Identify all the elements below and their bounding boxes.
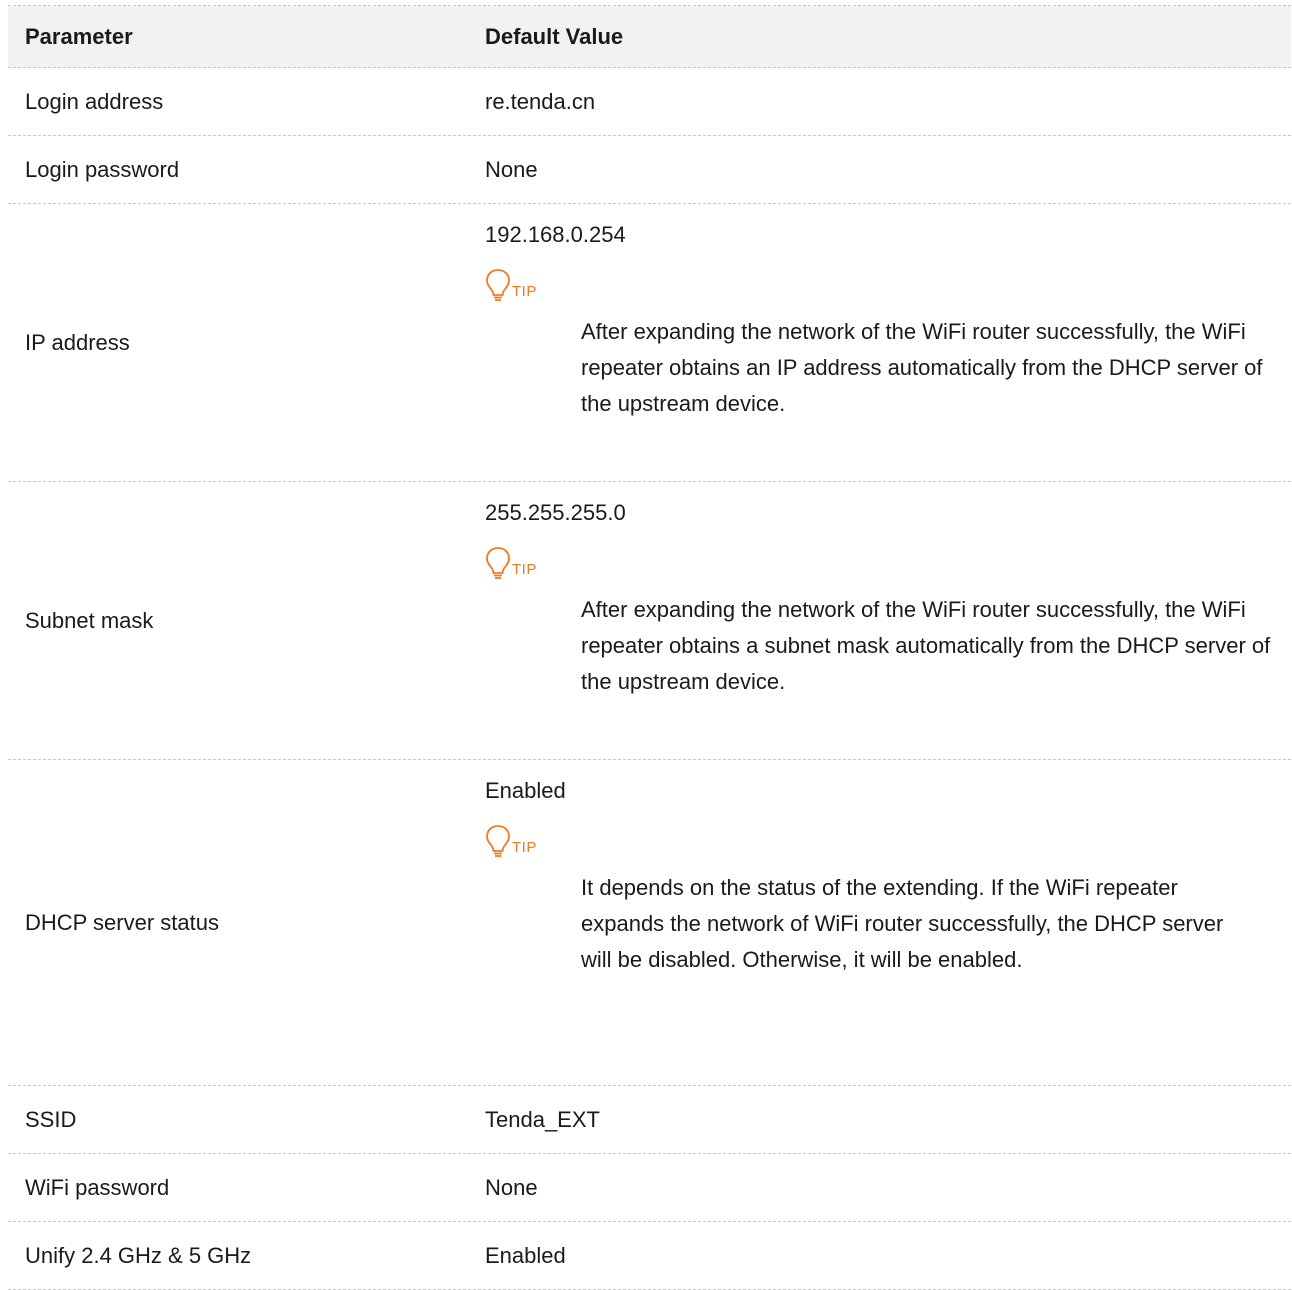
table-header-row: Parameter Default Value bbox=[8, 6, 1291, 68]
value-text: 255.255.255.0 bbox=[485, 500, 626, 525]
lightbulb-icon bbox=[486, 825, 510, 857]
table-row: Unify 2.4 GHz & 5 GHz Enabled bbox=[8, 1222, 1291, 1290]
value-cell: Enabled bbox=[485, 1242, 566, 1268]
header-parameter: Parameter bbox=[25, 23, 133, 49]
parameter-cell: Login address bbox=[25, 88, 164, 114]
tip-label: TIP bbox=[512, 561, 537, 578]
parameter-cell: DHCP server status bbox=[25, 909, 219, 935]
parameter-cell: IP address bbox=[25, 329, 130, 355]
value-cell: re.tenda.cn bbox=[485, 88, 596, 114]
tip-marker: TIP bbox=[485, 544, 1291, 580]
tip-text: After expanding the network of the WiFi … bbox=[581, 597, 1271, 694]
parameter-cell: WiFi password bbox=[25, 1174, 170, 1200]
lightbulb-icon bbox=[486, 269, 510, 301]
value-cell: Tenda_EXT bbox=[485, 1106, 600, 1132]
value-text: Enabled bbox=[485, 778, 566, 803]
table-row: Subnet mask 255.255.255.0 TIP After expa… bbox=[8, 482, 1291, 760]
table-row: IP address 192.168.0.254 TIP After expan… bbox=[8, 204, 1291, 482]
tip-marker: TIP bbox=[485, 266, 1291, 302]
tip-marker: TIP bbox=[485, 822, 1291, 858]
parameter-cell: Subnet mask bbox=[25, 607, 154, 633]
table-row: Login password None bbox=[8, 136, 1291, 204]
parameter-cell: Unify 2.4 GHz & 5 GHz bbox=[25, 1242, 252, 1268]
value-cell: 255.255.255.0 TIP After expanding the ne… bbox=[485, 482, 1291, 759]
header-default-value: Default Value bbox=[485, 23, 624, 49]
table-row: Login address re.tenda.cn bbox=[8, 68, 1291, 136]
value-cell: None bbox=[485, 1174, 538, 1200]
table-row: DHCP server status Enabled TIP It depend… bbox=[8, 760, 1291, 1086]
parameter-cell: SSID bbox=[25, 1106, 77, 1132]
tip-label: TIP bbox=[512, 839, 537, 856]
default-settings-table: Parameter Default Value Login address re… bbox=[8, 5, 1291, 1290]
tip-label: TIP bbox=[512, 283, 537, 300]
tip-text: After expanding the network of the WiFi … bbox=[581, 319, 1263, 416]
value-cell: None bbox=[485, 156, 538, 182]
table-row: WiFi password None bbox=[8, 1154, 1291, 1222]
value-cell: 192.168.0.254 TIP After expanding the ne… bbox=[485, 204, 1291, 481]
document-page: Parameter Default Value Login address re… bbox=[0, 0, 1292, 1290]
table-row: SSID Tenda_EXT bbox=[8, 1086, 1291, 1154]
parameter-cell: Login password bbox=[25, 156, 180, 182]
lightbulb-icon bbox=[486, 547, 510, 579]
value-text: 192.168.0.254 bbox=[485, 222, 626, 247]
tip-text: It depends on the status of the extendin… bbox=[581, 875, 1224, 972]
value-cell: Enabled TIP It depends on the status of … bbox=[485, 760, 1291, 1085]
